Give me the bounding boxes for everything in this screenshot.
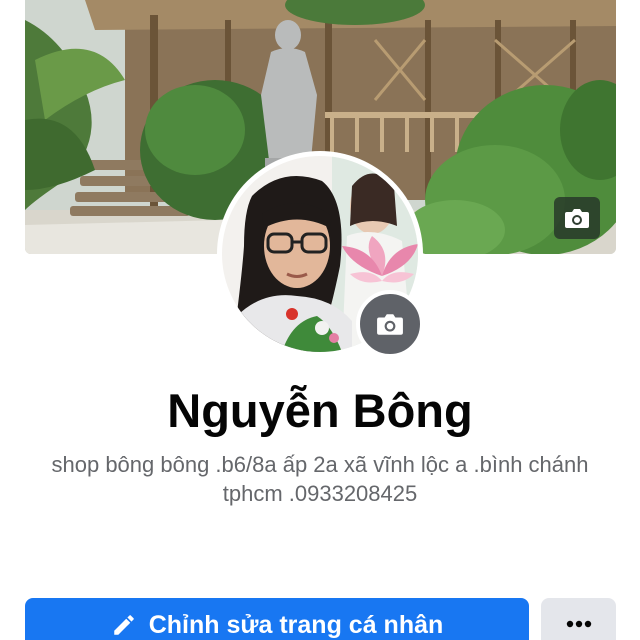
- profile-page: Nguyễn Bông shop bông bông .b6/8a ấp 2a …: [0, 0, 640, 640]
- camera-icon: [377, 314, 403, 335]
- more-options-button[interactable]: [541, 598, 616, 640]
- pencil-icon: [113, 615, 134, 635]
- cover-camera-button[interactable]: [554, 197, 600, 239]
- avatar-camera-button[interactable]: [356, 290, 424, 358]
- camera-icon: [565, 209, 589, 228]
- profile-bio: shop bông bông .b6/8a ấp 2a xã vĩnh lộc …: [51, 452, 589, 506]
- profile-name: Nguyễn Bông: [167, 384, 473, 437]
- more-horizontal-icon: [566, 620, 591, 628]
- edit-profile-button[interactable]: Chỉnh sửa trang cá nhân: [25, 598, 529, 640]
- edit-profile-label: Chỉnh sửa trang cá nhân: [148, 611, 444, 639]
